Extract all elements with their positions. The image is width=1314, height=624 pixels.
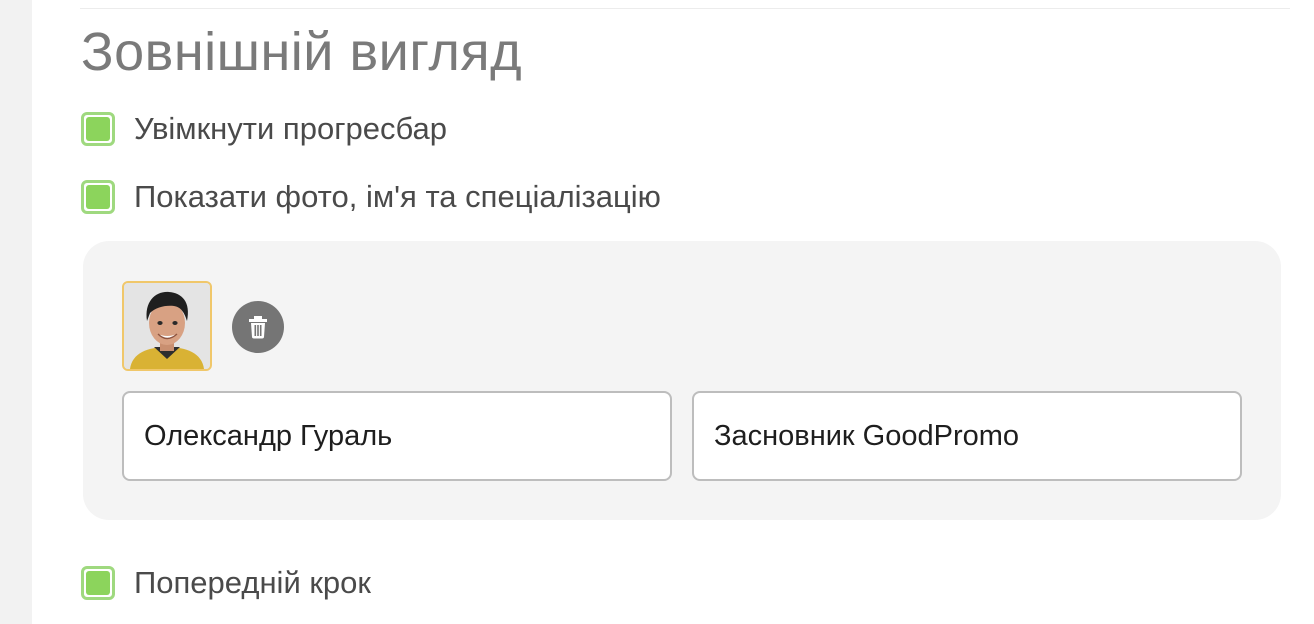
profile-card bbox=[83, 241, 1281, 520]
checkbox-checked-indicator bbox=[86, 117, 110, 141]
checkbox-checked-indicator bbox=[86, 571, 110, 595]
show-profile-option[interactable]: Показати фото, ім'я та спеціалізацію bbox=[81, 179, 661, 215]
progressbar-checkbox[interactable] bbox=[81, 112, 115, 146]
section-title: Зовнішній вигляд bbox=[81, 22, 523, 82]
specialization-input[interactable] bbox=[692, 391, 1242, 481]
previous-step-label: Попередній крок bbox=[134, 565, 371, 600]
checkbox-checked-indicator bbox=[86, 185, 110, 209]
progressbar-label: Увімкнути прогресбар bbox=[134, 111, 448, 146]
previous-step-checkbox[interactable] bbox=[81, 566, 115, 600]
previous-step-option[interactable]: Попередній крок bbox=[81, 565, 371, 601]
person-photo-icon bbox=[124, 283, 210, 369]
progressbar-option[interactable]: Увімкнути прогресбар bbox=[81, 111, 447, 147]
top-divider bbox=[80, 0, 1290, 9]
delete-photo-button[interactable] bbox=[232, 301, 284, 353]
avatar[interactable] bbox=[122, 281, 212, 371]
name-input[interactable] bbox=[122, 391, 672, 481]
trash-icon bbox=[249, 316, 267, 339]
show-profile-label: Показати фото, ім'я та спеціалізацію bbox=[134, 179, 661, 214]
show-profile-checkbox[interactable] bbox=[81, 180, 115, 214]
